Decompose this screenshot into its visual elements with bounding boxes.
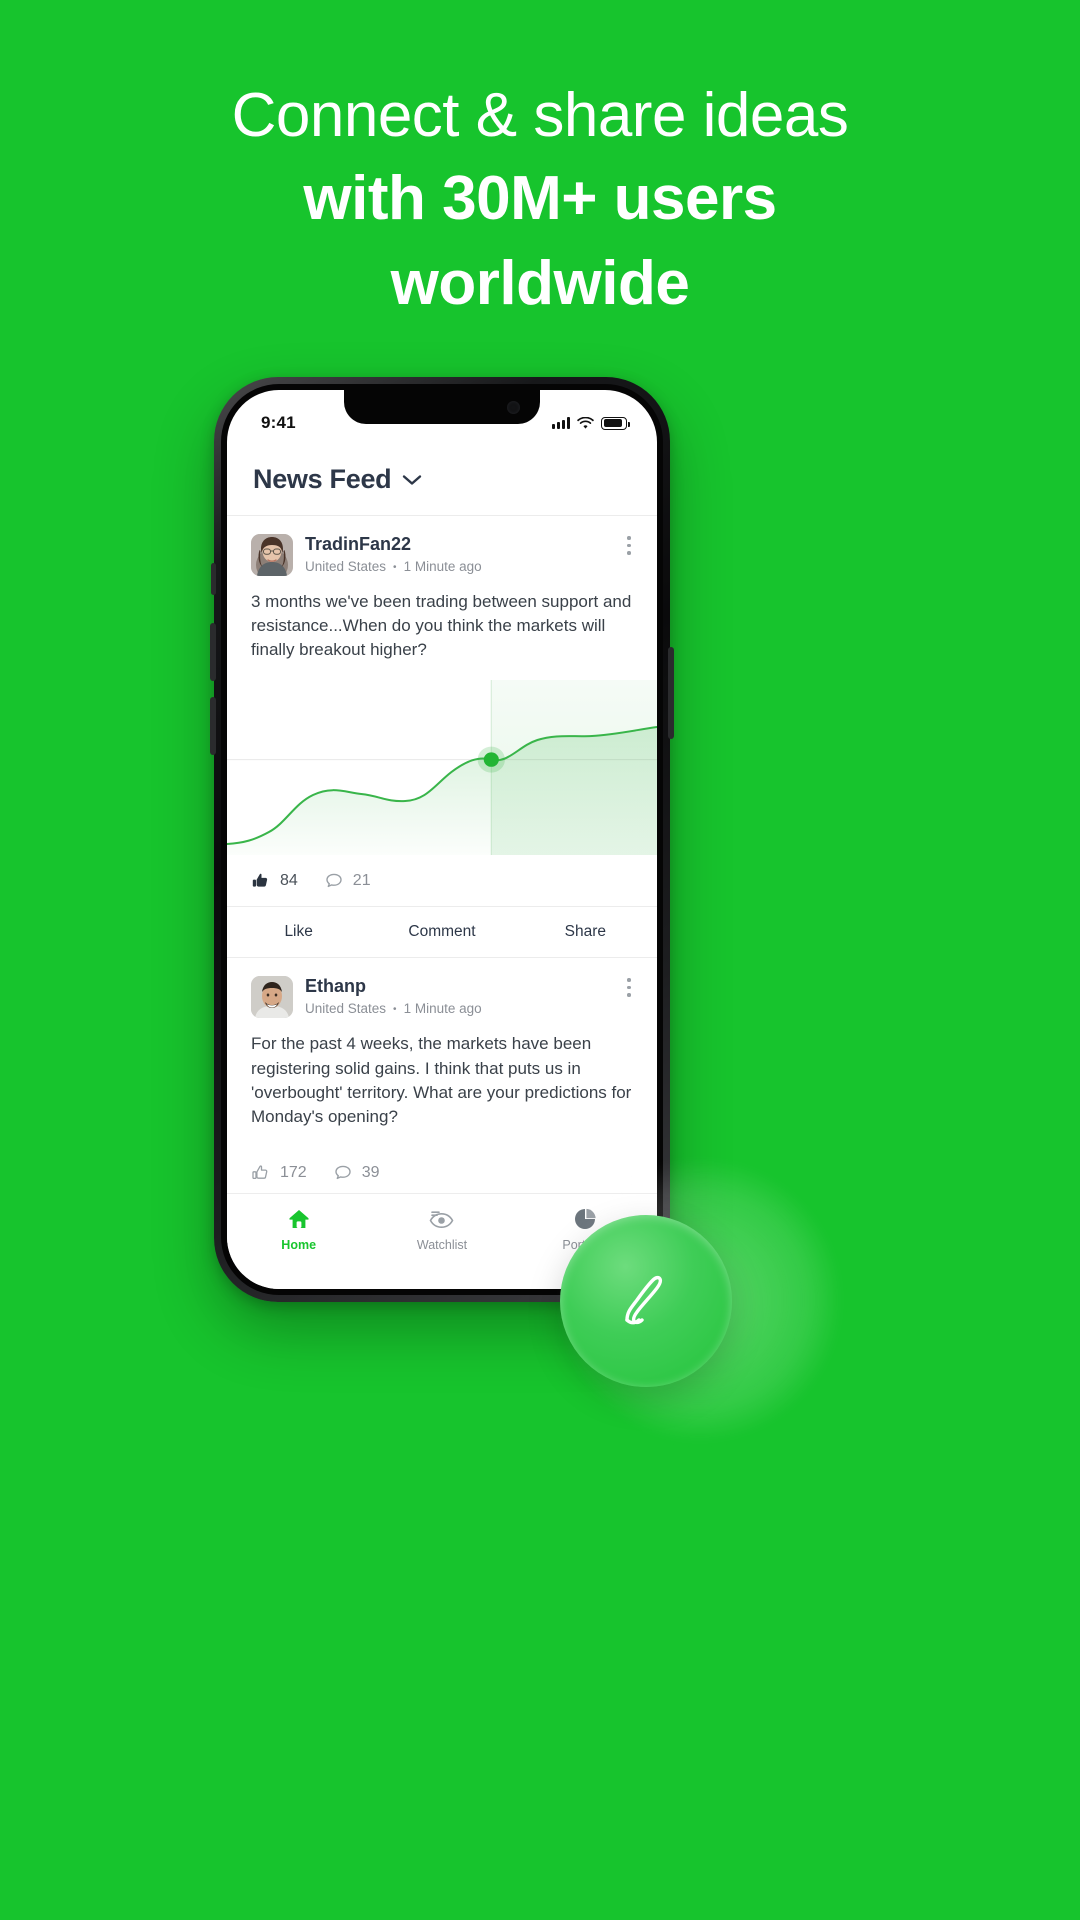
- headline-line-3: worldwide: [390, 249, 690, 319]
- headline-line-1: Connect & share ideas: [231, 81, 849, 150]
- post-location: United States: [305, 558, 387, 574]
- power-button[interactable]: [668, 647, 674, 739]
- volume-down-button[interactable]: [210, 697, 216, 755]
- nav-item-watchlist[interactable]: Watchlist: [370, 1206, 513, 1252]
- comment-count: 39: [361, 1163, 380, 1181]
- like-count: 84: [280, 872, 298, 890]
- post-engagement: 172 39: [227, 1147, 657, 1198]
- post-header: TradinFan22 United States • 1 Minute ago: [227, 516, 657, 576]
- post-header: Ethanp United States • 1 Minute ago: [227, 958, 657, 1019]
- post-text: For the past 4 weeks, the markets have b…: [251, 1034, 632, 1126]
- home-icon: [227, 1206, 370, 1232]
- post-text: 3 months we've been trading between supp…: [251, 592, 632, 660]
- mute-switch[interactable]: [211, 563, 216, 595]
- chart-marker-dot: [483, 752, 499, 768]
- volume-up-button[interactable]: [210, 623, 216, 681]
- like-count-group[interactable]: 84: [251, 871, 298, 891]
- compose-post-button[interactable]: [560, 1215, 732, 1387]
- wifi-icon: [577, 416, 594, 429]
- avatar[interactable]: [251, 976, 293, 1019]
- post-author[interactable]: Ethanp: [305, 976, 482, 997]
- area-chart: [227, 680, 657, 856]
- post-meta: United States • 1 Minute ago: [305, 1001, 482, 1016]
- post-time: 1 Minute ago: [403, 1001, 482, 1017]
- phone-frame: 9:41 News Feed TradinFan22 United States…: [210, 377, 674, 1302]
- pencil-icon: [625, 1275, 663, 1325]
- news-feed-list[interactable]: TradinFan22 United States • 1 Minute ago 3…: [227, 515, 657, 1198]
- comment-count-group[interactable]: 39: [333, 1163, 380, 1183]
- post-engagement: 84 21: [227, 855, 657, 906]
- comment-bubble-icon[interactable]: [324, 871, 344, 891]
- post-meta: United States • 1 Minute ago: [305, 559, 482, 574]
- battery-icon: [601, 416, 630, 430]
- cellular-signal-icon: [552, 417, 570, 429]
- post-item[interactable]: Ethanp United States • 1 Minute ago For th…: [227, 957, 657, 1198]
- headline-line-2: with 30M+ users: [303, 163, 777, 233]
- post-location: United States: [305, 1001, 387, 1017]
- comment-bubble-icon[interactable]: [333, 1163, 353, 1183]
- chevron-down-icon[interactable]: [401, 473, 423, 487]
- share-button[interactable]: Share: [514, 923, 657, 941]
- thumbs-up-outline-icon[interactable]: [251, 1163, 271, 1183]
- thumbs-up-filled-icon[interactable]: [251, 871, 271, 891]
- post-chart[interactable]: [227, 680, 657, 856]
- like-button[interactable]: Like: [227, 923, 370, 941]
- eye-watchlist-icon: [370, 1206, 513, 1232]
- like-count-group[interactable]: 172: [251, 1163, 307, 1183]
- post-author[interactable]: TradinFan22: [305, 534, 482, 555]
- kebab-menu-icon[interactable]: [627, 978, 631, 997]
- status-icons: [552, 416, 630, 430]
- kebab-menu-icon[interactable]: [627, 536, 631, 555]
- front-camera-icon: [507, 401, 520, 414]
- comment-count-group[interactable]: 21: [324, 871, 371, 891]
- phone-mockup: 9:41 News Feed TradinFan22 United States…: [210, 377, 674, 1302]
- app-header: News Feed: [227, 442, 657, 515]
- comment-button[interactable]: Comment: [370, 923, 513, 941]
- nav-label-home: Home: [281, 1238, 317, 1252]
- nav-item-home[interactable]: Home: [227, 1206, 370, 1252]
- phone-bezel: 9:41 News Feed TradinFan22 United States…: [221, 384, 663, 1295]
- phone-notch: [344, 390, 540, 424]
- post-item[interactable]: TradinFan22 United States • 1 Minute ago 3…: [227, 515, 657, 957]
- post-time: 1 Minute ago: [403, 558, 482, 574]
- nav-label-watchlist: Watchlist: [416, 1238, 468, 1252]
- phone-screen: 9:41 News Feed TradinFan22 United States…: [227, 390, 657, 1289]
- comment-count: 21: [352, 872, 371, 890]
- status-time: 9:41: [261, 413, 296, 432]
- promo-headline: Connect & share ideas with 30M+ users wo…: [0, 78, 1080, 325]
- meta-separator: •: [393, 1004, 397, 1015]
- avatar[interactable]: [251, 534, 293, 576]
- post-actions: Like Comment Share: [227, 906, 657, 957]
- page-title: News Feed: [253, 464, 392, 494]
- like-count: 172: [280, 1163, 307, 1181]
- meta-separator: •: [393, 561, 397, 573]
